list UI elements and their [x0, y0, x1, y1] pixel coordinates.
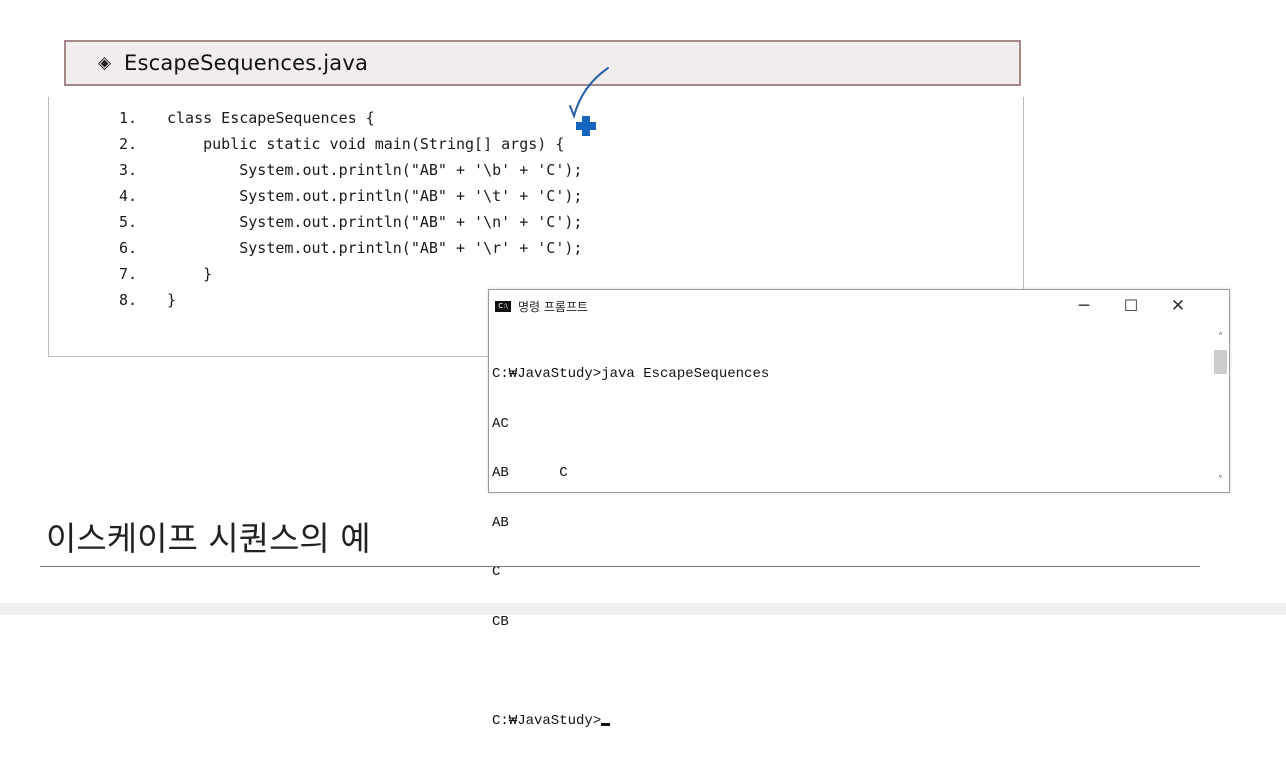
scroll-down-icon[interactable]: ˅ — [1212, 475, 1229, 486]
code-line: 2. public static void main(String[] args… — [119, 135, 565, 153]
plus-cursor-icon — [576, 116, 596, 136]
code-line: 5. System.out.println("AB" + '\n' + 'C')… — [119, 213, 583, 231]
footer-band — [0, 603, 1286, 615]
code-line: 6. System.out.println("AB" + '\r' + 'C')… — [119, 239, 583, 257]
output-line: CB — [492, 613, 509, 630]
cmd-output[interactable]: C:₩JavaStudy>java EscapeSequences AC AB … — [492, 333, 1192, 762]
prompt-text: C:₩JavaStudy> — [492, 712, 602, 729]
prompt-line[interactable]: C:₩JavaStudy> — [492, 713, 1192, 730]
text-cursor — [601, 722, 611, 726]
vertical-scrollbar[interactable]: ˄ ˅ — [1212, 322, 1229, 492]
pen-checkmark-stroke — [569, 67, 609, 120]
caption-divider — [40, 566, 1200, 567]
code-line: 8.} — [119, 291, 177, 309]
cmd-window-title: 명령 프롬프트 — [518, 299, 589, 314]
minimize-button[interactable]: ─ — [1061, 290, 1107, 322]
output-line: AB C — [492, 465, 568, 481]
code-line: 3. System.out.println("AB" + '\b' + 'C')… — [119, 161, 583, 179]
file-header: ◈ EscapeSequences.java — [64, 40, 1021, 86]
output-line: C:₩JavaStudy>java EscapeSequences — [492, 366, 770, 382]
code-line: 4. System.out.println("AB" + '\t' + 'C')… — [119, 187, 583, 205]
cmd-app-icon: C:\ — [495, 300, 511, 312]
diamond-bullet-icon: ◈ — [98, 53, 112, 73]
scroll-up-icon[interactable]: ˄ — [1212, 332, 1229, 343]
command-prompt-window[interactable]: C:\ 명령 프롬프트 ─ ☐ ✕ C:₩JavaStudy>java Esca… — [488, 289, 1230, 729]
pen-annotation — [569, 67, 609, 136]
slide-caption: 이스케이프 시퀀스의 예 — [46, 519, 371, 558]
scroll-thumb[interactable] — [1214, 350, 1227, 374]
output-line: AC — [492, 415, 509, 432]
output-line: AB — [492, 514, 509, 531]
code-line: 7. } — [119, 265, 213, 283]
maximize-button[interactable]: ☐ — [1108, 290, 1154, 322]
code-line: 1. class EscapeSequences { — [119, 109, 375, 127]
cmd-titlebar[interactable]: C:\ 명령 프롬프트 ─ ☐ ✕ — [489, 290, 1229, 322]
file-title: EscapeSequences.java — [124, 51, 369, 75]
close-button[interactable]: ✕ — [1155, 290, 1201, 322]
